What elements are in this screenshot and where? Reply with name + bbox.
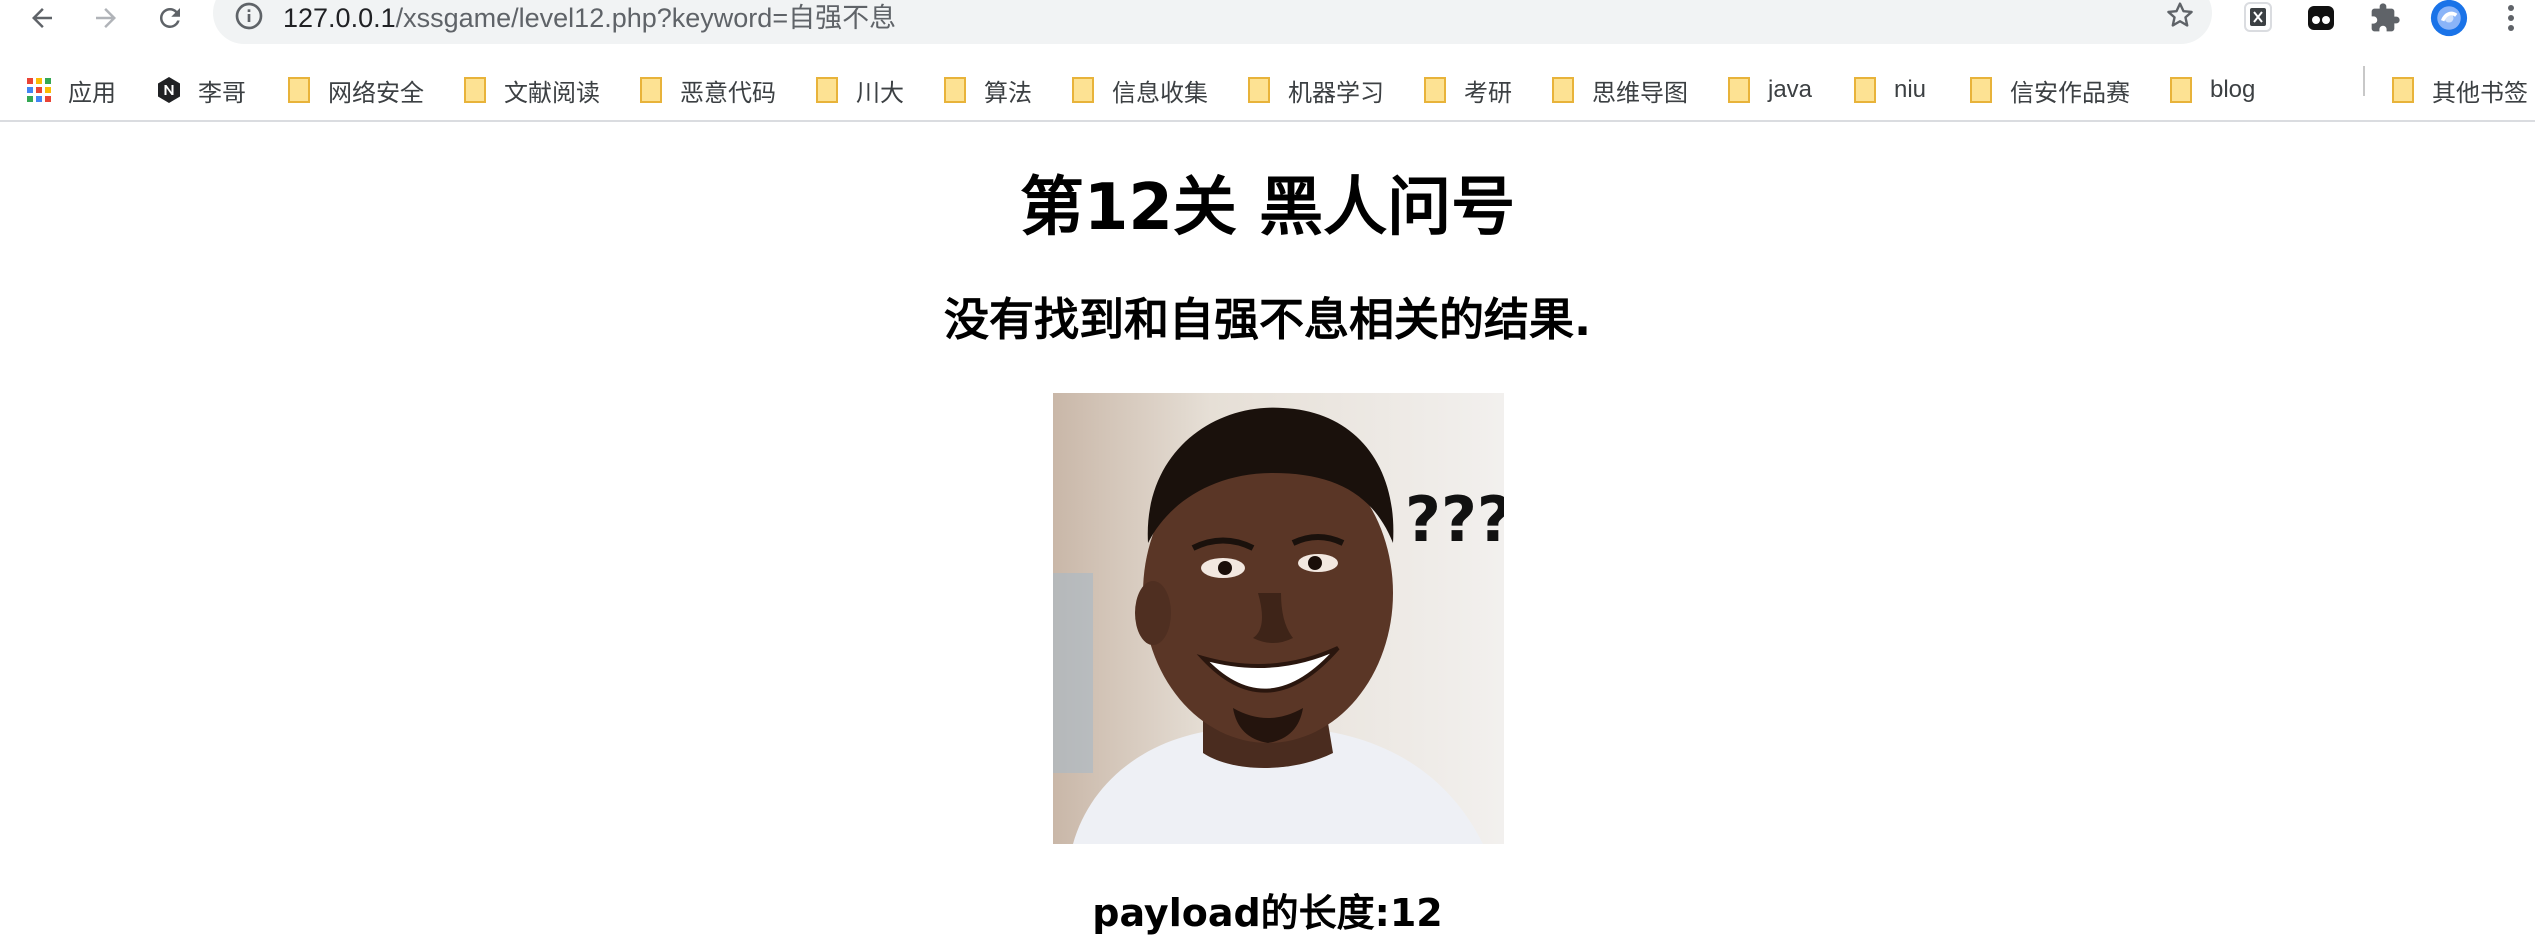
bookmark-label: 应用 — [68, 79, 116, 107]
menu-dots-icon[interactable] — [2492, 0, 2530, 36]
url-path: /xssgame/level12.php?keyword=自强不息 — [395, 3, 897, 33]
bookmark-label: 文献阅读 — [504, 79, 600, 107]
question-marks-text: ??? — [1405, 483, 1504, 556]
bookmark-label: 机器学习 — [1288, 79, 1384, 107]
bookmark-label: 信息收集 — [1112, 79, 1208, 107]
bookmark-label: java — [1768, 76, 1813, 103]
url-host: 127.0.0.1 — [283, 3, 396, 33]
bookmark-star-icon[interactable] — [2164, 0, 2196, 35]
bookmark-label: 网络安全 — [328, 79, 424, 107]
folder-icon — [1852, 77, 1878, 103]
site-info-icon[interactable] — [233, 0, 265, 36]
bookmark-folder-blog[interactable]: blog — [2168, 70, 2255, 110]
payload-length: payload的长度:12 — [1092, 891, 1443, 935]
confused-meme-image: ??? — [1053, 393, 1504, 844]
folder-icon — [1070, 77, 1096, 103]
folder-icon — [942, 77, 968, 103]
bookmark-folder-info-gathering[interactable]: 信息收集 — [1070, 70, 1208, 110]
bookmark-apps[interactable]: 应用 — [26, 70, 116, 110]
bookmark-folder-ml[interactable]: 机器学习 — [1246, 70, 1384, 110]
bookmark-folder-mindmap[interactable]: 思维导图 — [1550, 70, 1688, 110]
forward-button[interactable] — [86, 0, 126, 36]
bookmark-label: 其他书签 — [2432, 79, 2528, 107]
x-extension-icon[interactable] — [2239, 0, 2277, 36]
folder-icon — [1246, 77, 1272, 103]
folder-icon — [2168, 77, 2194, 103]
bookmark-label: 川大 — [856, 79, 904, 107]
bookmark-label: 考研 — [1464, 79, 1512, 107]
folder-icon — [462, 77, 488, 103]
folder-icon — [1726, 77, 1752, 103]
back-button[interactable] — [22, 0, 62, 36]
folder-icon — [286, 77, 312, 103]
bookmark-label: 李哥 — [198, 79, 246, 107]
browser-toolbar: 127.0.0.1/xssgame/level12.php?keyword=自强… — [0, 0, 2535, 44]
bookmark-lige[interactable]: 李哥 — [156, 70, 246, 110]
bookmarks-divider — [2363, 66, 2365, 96]
forward-arrow-icon — [96, 8, 116, 28]
bookmark-folder-kaoyan[interactable]: 考研 — [1422, 70, 1512, 110]
bookmark-folder-algorithm[interactable]: 算法 — [942, 70, 1032, 110]
bookmark-folder-other[interactable]: 其他书签 — [2390, 70, 2528, 110]
bookmark-label: blog — [2210, 76, 2256, 103]
bookmark-label: 思维导图 — [1592, 79, 1688, 107]
folder-icon — [1550, 77, 1576, 103]
back-arrow-icon — [32, 8, 52, 28]
bookmark-folder-literature[interactable]: 文献阅读 — [462, 70, 600, 110]
profile-avatar[interactable] — [2430, 0, 2468, 37]
bookmark-folder-network-security[interactable]: 网络安全 — [286, 70, 424, 110]
n-logo-icon — [156, 77, 182, 103]
bookmark-folder-niu[interactable]: niu — [1852, 70, 1926, 110]
puzzle-icon[interactable] — [2366, 0, 2404, 36]
bookmarks-bar: 应用 李哥 网络安全 文献阅读 恶意代码 川大 算法 信息收集 机器学习 考研 — [0, 60, 2535, 122]
bookmark-label: niu — [1894, 76, 1927, 103]
bookmark-folder-xinan-contest[interactable]: 信安作品赛 — [1968, 70, 2130, 110]
folder-icon — [1422, 77, 1448, 103]
bookmark-folder-java[interactable]: java — [1726, 70, 1812, 110]
folder-icon — [814, 77, 840, 103]
reload-button[interactable] — [150, 0, 190, 36]
url-text[interactable]: 127.0.0.1/xssgame/level12.php?keyword=自强… — [283, 0, 896, 36]
folder-icon — [1968, 77, 1994, 103]
apps-grid-icon — [26, 77, 52, 103]
reload-icon — [159, 7, 180, 28]
bookmark-label: 信安作品赛 — [2010, 79, 2130, 107]
folder-icon — [638, 77, 664, 103]
search-result-message: 没有找到和自强不息相关的结果. — [943, 293, 1592, 346]
folder-icon — [2390, 77, 2416, 103]
bookmark-label: 恶意代码 — [680, 79, 776, 107]
bookmark-folder-scu[interactable]: 川大 — [814, 70, 904, 110]
level-title: 第12关 黑人问号 — [1019, 171, 1516, 245]
mask-extension-icon[interactable] — [2302, 0, 2340, 36]
bookmark-folder-malware[interactable]: 恶意代码 — [638, 70, 776, 110]
bookmark-label: 算法 — [984, 79, 1032, 107]
address-bar[interactable]: 127.0.0.1/xssgame/level12.php?keyword=自强… — [213, 0, 2212, 44]
